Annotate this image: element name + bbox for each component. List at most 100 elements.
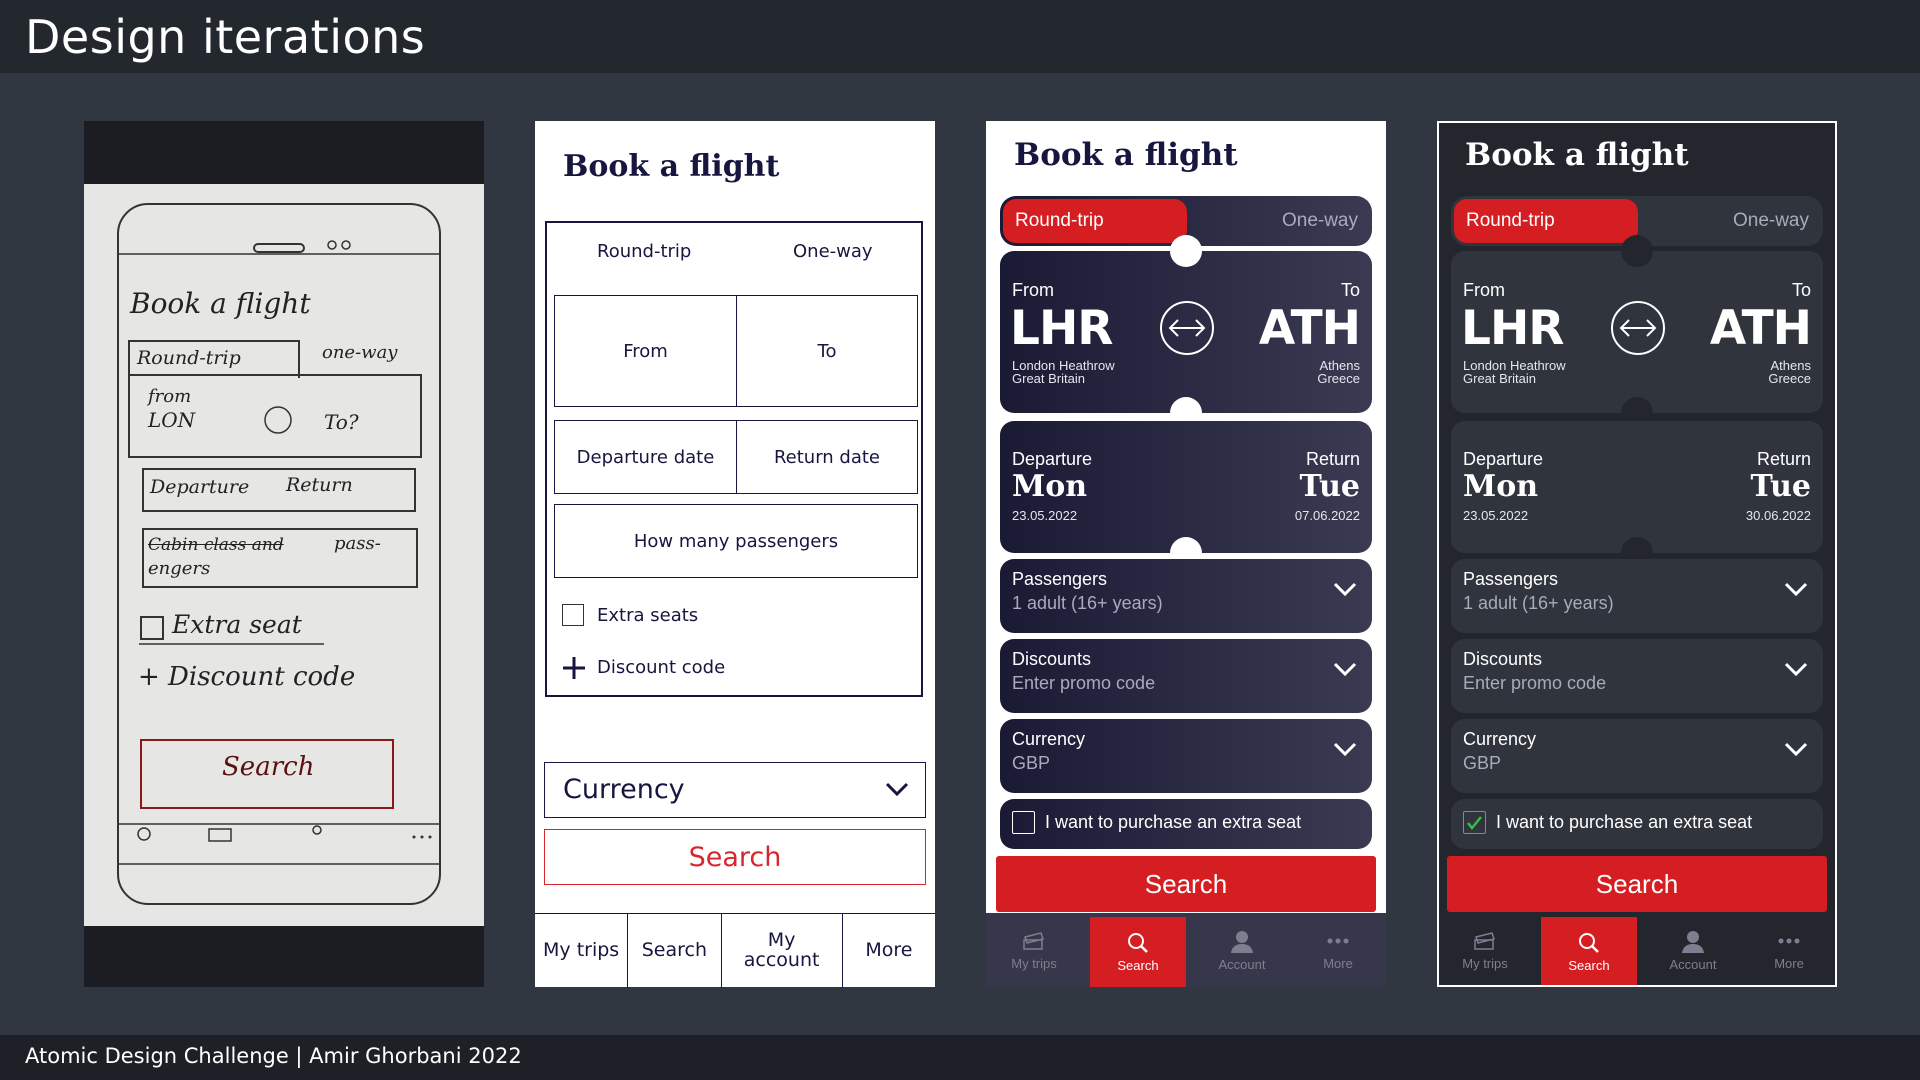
- sketch-cabin-struck: Cabin class and: [148, 535, 284, 555]
- wireframe-search-button[interactable]: Search: [544, 829, 926, 885]
- wireframe-currency-select[interactable]: Currency: [544, 762, 926, 818]
- wireframe-to-field[interactable]: To: [736, 295, 918, 407]
- tab-bar: My trips Search Account More: [1439, 913, 1835, 985]
- plus-icon[interactable]: [562, 656, 586, 680]
- hifi-dark-title: Book a flight: [1465, 137, 1689, 173]
- sketch-panel: Book a flight Round-trip one-way from LO…: [84, 121, 484, 987]
- extra-seat-checkbox[interactable]: [1463, 811, 1486, 834]
- departure-label: Departure: [1463, 449, 1544, 469]
- to-code: ATH: [1709, 301, 1812, 356]
- departure-date: 23.05.2022: [1463, 508, 1529, 523]
- departure-day: Mon: [1012, 469, 1088, 504]
- wireframe-discount-label[interactable]: Discount code: [597, 657, 725, 678]
- wireframe-from-field[interactable]: From: [554, 295, 737, 407]
- wireframe-bottom-nav: My trips Search My account More: [535, 913, 935, 988]
- tab-search[interactable]: Search: [1090, 917, 1186, 987]
- swap-button[interactable]: [1611, 301, 1665, 355]
- wireframe-form-frame: Round-trip One-way From To Departure dat…: [545, 221, 923, 697]
- departure-date: 23.05.2022: [1012, 508, 1078, 523]
- wireframe-passengers-field[interactable]: How many passengers: [554, 504, 918, 578]
- wireframe-departure-field[interactable]: Departure date: [554, 420, 737, 494]
- from-code: LHR: [1010, 301, 1113, 356]
- tab-my-trips[interactable]: My trips: [986, 913, 1082, 987]
- sketch-roundtrip-label: Round-trip: [137, 347, 241, 369]
- hifi-light-panel: Book a flight Round-trip One-way From To…: [986, 121, 1386, 987]
- wireframe-return-field[interactable]: Return date: [736, 420, 918, 494]
- sketch-passengers-1: pass-: [334, 533, 381, 554]
- extra-seat-row[interactable]: I want to purchase an extra seat: [1451, 799, 1823, 849]
- tab-account[interactable]: Account: [1645, 913, 1741, 985]
- sketch-discount: + Discount code: [138, 662, 356, 692]
- passengers-dropdown[interactable]: Passengers 1 adult (16+ years): [1451, 559, 1823, 633]
- departure-label: Departure: [1012, 449, 1093, 469]
- discounts-dropdown[interactable]: Discounts Enter promo code: [1451, 639, 1823, 713]
- dates-card[interactable]: Departure Return Mon Tue 23.05.2022 30.0…: [1451, 421, 1823, 569]
- to-label: To: [1340, 280, 1360, 300]
- oneway-option[interactable]: One-way: [1733, 210, 1809, 232]
- currency-dropdown[interactable]: Currency GBP: [1451, 719, 1823, 793]
- return-date: 07.06.2022: [1294, 508, 1360, 523]
- sketch-passengers-2: engers: [148, 558, 211, 579]
- chevron-down-icon: [885, 782, 909, 797]
- wireframe-oneway-tab[interactable]: One-way: [793, 241, 873, 262]
- discounts-dropdown[interactable]: Discounts Enter promo code: [1000, 639, 1372, 713]
- tab-account[interactable]: Account: [1194, 913, 1290, 987]
- footer-credit: Atomic Design Challenge | Amir Ghorbani …: [25, 1044, 522, 1068]
- route-card[interactable]: From To LHR ATH London Heathrow Great Br…: [1451, 235, 1823, 429]
- chevron-down-icon: [1784, 662, 1808, 677]
- sketch-extra-seat: Extra seat: [172, 610, 302, 639]
- wireframe-panel: Book a flight Round-trip One-way From To…: [535, 121, 935, 988]
- from-label: From: [1463, 280, 1505, 300]
- wireframe-currency-label: Currency: [563, 774, 685, 805]
- wireframe-nav-search[interactable]: Search: [628, 914, 722, 988]
- dates-card[interactable]: Departure Return Mon Tue 23.05.2022 07.0…: [1000, 421, 1372, 569]
- sketch-search-label: Search: [222, 752, 315, 782]
- page-title: Design iterations: [25, 10, 426, 64]
- hifi-dark-panel: Book a flight Round-trip One-way From To…: [1437, 121, 1837, 987]
- checkmark-icon: [1467, 816, 1482, 830]
- to-country: Greece: [1317, 371, 1360, 386]
- extra-seat-checkbox[interactable]: [1012, 811, 1035, 834]
- sketch-paper: Book a flight Round-trip one-way from LO…: [84, 184, 484, 926]
- chevron-down-icon: [1784, 582, 1808, 597]
- oneway-option[interactable]: One-way: [1282, 210, 1358, 232]
- ticket-icon: [1023, 931, 1044, 950]
- sketch-checkbox: [140, 616, 164, 640]
- search-button[interactable]: Search: [1447, 856, 1827, 912]
- tab-my-trips[interactable]: My trips: [1439, 913, 1533, 985]
- passengers-dropdown[interactable]: Passengers 1 adult (16+ years): [1000, 559, 1372, 633]
- extra-seat-label: I want to purchase an extra seat: [1045, 812, 1302, 832]
- sketch-from-label: from: [148, 386, 192, 407]
- more-dots-icon: [1778, 938, 1800, 943]
- wireframe-nav-my-trips[interactable]: My trips: [535, 914, 629, 988]
- extra-seat-label: I want to purchase an extra seat: [1496, 812, 1753, 832]
- wireframe-extra-seats-checkbox[interactable]: [562, 604, 584, 626]
- roundtrip-option[interactable]: Round-trip: [1454, 199, 1638, 243]
- search-icon: [1579, 932, 1599, 953]
- user-icon: [1682, 930, 1704, 953]
- tab-more[interactable]: More: [1741, 913, 1835, 985]
- more-dots-icon: [1327, 938, 1349, 943]
- wireframe-nav-my-account[interactable]: My account: [722, 914, 843, 988]
- departure-day: Mon: [1463, 469, 1539, 504]
- sketch-title: Book a flight: [130, 287, 311, 320]
- tab-search[interactable]: Search: [1541, 917, 1637, 985]
- sketch-oneway-label: one-way: [322, 342, 398, 363]
- ticket-icon: [1474, 931, 1495, 950]
- search-icon: [1128, 932, 1148, 953]
- wireframe-nav-more[interactable]: More: [843, 914, 935, 988]
- currency-dropdown[interactable]: Currency GBP: [1000, 719, 1372, 793]
- route-card[interactable]: From To LHR ATH London Heathrow Great Br…: [1000, 235, 1372, 429]
- to-country: Greece: [1768, 371, 1811, 386]
- to-label: To: [1791, 280, 1811, 300]
- wireframe-roundtrip-tab[interactable]: Round-trip: [597, 241, 691, 262]
- tab-more[interactable]: More: [1290, 913, 1386, 987]
- swap-arrows-icon: [1168, 319, 1206, 337]
- sketch-from-code: LON: [148, 408, 196, 432]
- roundtrip-option[interactable]: Round-trip: [1003, 199, 1187, 243]
- return-date: 30.06.2022: [1745, 508, 1811, 523]
- wireframe-title: Book a flight: [563, 149, 780, 184]
- extra-seat-row[interactable]: I want to purchase an extra seat: [1000, 799, 1372, 849]
- swap-button[interactable]: [1160, 301, 1214, 355]
- search-button[interactable]: Search: [996, 856, 1376, 912]
